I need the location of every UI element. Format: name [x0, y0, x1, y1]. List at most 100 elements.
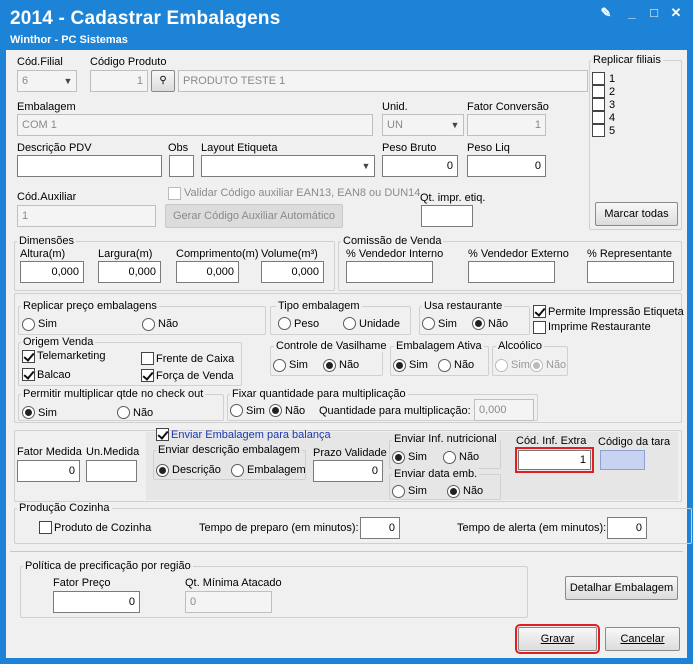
forca-venda-checkbox[interactable] — [141, 369, 154, 382]
tempo-alerta-input[interactable]: 0 — [607, 517, 647, 539]
nutricional-sim-radio[interactable] — [392, 451, 405, 464]
prazo-validade-input[interactable]: 0 — [313, 460, 383, 482]
multiplicar-sim-radio[interactable] — [22, 406, 35, 419]
altura-input[interactable]: 0,000 — [20, 261, 84, 283]
produto-cozinha-checkbox[interactable] — [39, 521, 52, 534]
largura-input[interactable]: 0,000 — [98, 261, 161, 283]
validar-checkbox[interactable] — [168, 187, 181, 200]
replicar-preco-sim-radio[interactable] — [22, 318, 35, 331]
alcoolico-nao-radio[interactable] — [530, 359, 543, 372]
tipo-peso-radio[interactable] — [278, 317, 291, 330]
tempo-preparo-input[interactable]: 0 — [360, 517, 400, 539]
qt-impr-input[interactable] — [421, 205, 473, 227]
cod-filial-select[interactable]: 6 ▼ — [17, 70, 77, 92]
marcar-todas-button[interactable]: Marcar todas — [595, 202, 678, 226]
enviar-data-title: Enviar data emb. — [392, 468, 480, 480]
filial-label-5: 5 — [609, 125, 616, 137]
nutricional-nao-radio[interactable] — [443, 451, 456, 464]
codigo-tara-label: Código da tara — [598, 436, 671, 448]
detalhar-embalagem-button[interactable]: Detalhar Embalagem — [565, 576, 678, 600]
window-title: 2014 - Cadastrar Embalagens — [10, 8, 281, 29]
filial-checkbox-3[interactable] — [592, 98, 605, 111]
filial-checkbox-1[interactable] — [592, 72, 605, 85]
vendedor-externo-input[interactable] — [468, 261, 555, 283]
vasilhame-nao-radio[interactable] — [323, 359, 336, 372]
permite-impressao-checkbox[interactable] — [533, 305, 546, 318]
volume-label: Volume(m³) — [261, 248, 318, 260]
replicar-filiais-title: Replicar filiais — [591, 54, 663, 66]
restaurante-sim-radio[interactable] — [422, 317, 435, 330]
form-body: Cód.Filial 6 ▼ Código Produto 1 ⚲ PRODUTO… — [6, 50, 692, 658]
fixar-sim-label: Sim — [246, 405, 265, 417]
data-sim-radio[interactable] — [392, 485, 405, 498]
multiplicar-nao-radio[interactable] — [117, 406, 130, 419]
unid-select[interactable]: UN ▼ — [382, 114, 464, 136]
cod-inf-extra-input[interactable]: 1 — [515, 447, 594, 473]
multiplicar-sim-label: Sim — [38, 407, 57, 419]
obs-input[interactable] — [169, 155, 194, 177]
vasilhame-sim-radio[interactable] — [273, 359, 286, 372]
vendedor-interno-input[interactable] — [346, 261, 433, 283]
fator-conversao-input[interactable]: 1 — [467, 114, 546, 136]
embalagem-input[interactable]: COM 1 — [17, 114, 373, 136]
imprime-restaurante-checkbox[interactable] — [533, 321, 546, 334]
volume-input[interactable]: 0,000 — [261, 261, 324, 283]
descricao-radio[interactable] — [156, 464, 169, 477]
vendedor-externo-label: % Vendedor Externo — [468, 248, 569, 260]
gerar-codigo-button[interactable]: Gerar Código Auxiliar Automático — [165, 204, 343, 228]
filial-checkbox-5[interactable] — [592, 124, 605, 137]
maximize-icon[interactable]: □ — [646, 6, 662, 20]
data-nao-label: Não — [463, 485, 484, 497]
search-icon: ⚲ — [159, 75, 167, 86]
data-nao-radio[interactable] — [447, 485, 460, 498]
minimize-icon[interactable]: _ — [624, 6, 640, 20]
descricao-pdv-input[interactable] — [17, 155, 162, 177]
qtd-multiplicacao-label: Quantidade para multiplicação: — [319, 405, 471, 417]
frente-caixa-checkbox[interactable] — [141, 352, 154, 365]
validar-label: Validar Código auxiliar EAN13, EAN8 ou D… — [184, 187, 421, 199]
prazo-validade-label: Prazo Validade — [313, 447, 387, 459]
ativa-nao-radio[interactable] — [438, 359, 451, 372]
representante-input[interactable] — [587, 261, 674, 283]
tempo-preparo-label: Tempo de preparo (em minutos): — [199, 522, 359, 534]
balcao-checkbox[interactable] — [22, 368, 35, 381]
qtd-multiplicacao-input[interactable]: 0,000 — [474, 399, 534, 421]
embalagem-radio[interactable] — [231, 464, 244, 477]
un-medida-input[interactable] — [86, 460, 137, 482]
fator-medida-input[interactable]: 0 — [17, 460, 80, 482]
peso-bruto-input[interactable]: 0 — [382, 155, 458, 177]
layout-etiqueta-label: Layout Etiqueta — [201, 142, 278, 154]
alcoolico-sim-radio[interactable] — [495, 359, 508, 372]
fator-preco-input[interactable]: 0 — [53, 591, 140, 613]
cod-auxiliar-input[interactable]: 1 — [17, 205, 156, 227]
chevron-down-icon: ▼ — [361, 161, 371, 171]
gravar-button[interactable]: Gravar — [515, 624, 600, 654]
vendedor-interno-label: % Vendedor Interno — [346, 248, 444, 260]
divider — [10, 551, 683, 552]
codigo-produto-input[interactable]: 1 — [90, 70, 148, 92]
filial-checkbox-2[interactable] — [592, 85, 605, 98]
fixar-sim-radio[interactable] — [230, 404, 243, 417]
telemarketing-checkbox[interactable] — [22, 350, 35, 363]
replicar-preco-nao-radio[interactable] — [142, 318, 155, 331]
edit-icon[interactable]: ✎ — [598, 6, 614, 20]
enviar-balanca-checkbox[interactable] — [156, 428, 169, 441]
fixar-nao-radio[interactable] — [269, 404, 282, 417]
filial-checkbox-4[interactable] — [592, 111, 605, 124]
tipo-unidade-radio[interactable] — [343, 317, 356, 330]
qt-minima-input[interactable]: 0 — [185, 591, 272, 613]
filial-label-4: 4 — [609, 112, 616, 124]
codigo-tara-input[interactable] — [600, 450, 645, 470]
replicar-preco-sim-label: Sim — [38, 318, 57, 330]
cancelar-button[interactable]: Cancelar — [605, 627, 680, 651]
origem-venda-title: Origem Venda — [21, 336, 96, 348]
replicar-preco-nao-label: Não — [158, 318, 179, 330]
layout-etiqueta-select[interactable]: ▼ — [201, 155, 375, 177]
search-product-button[interactable]: ⚲ — [151, 70, 175, 92]
comprimento-input[interactable]: 0,000 — [176, 261, 239, 283]
close-icon[interactable]: ✕ — [668, 6, 684, 20]
restaurante-sim-label: Sim — [438, 318, 457, 330]
ativa-sim-radio[interactable] — [393, 359, 406, 372]
peso-liq-input[interactable]: 0 — [467, 155, 546, 177]
restaurante-nao-radio[interactable] — [472, 317, 485, 330]
